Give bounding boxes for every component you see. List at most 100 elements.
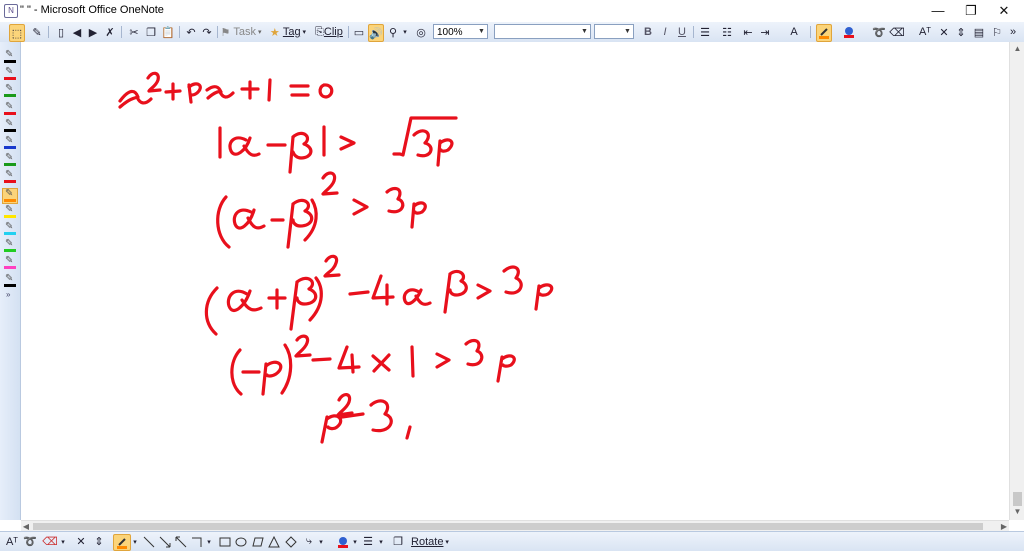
restore-button[interactable]: ❐: [955, 0, 987, 22]
italic-button[interactable]: I: [658, 24, 672, 40]
arrange-icon[interactable]: ❐: [391, 534, 405, 549]
task-button[interactable]: ⚑ Task ▾: [220, 24, 261, 40]
full-page-view-icon[interactable]: ▭: [352, 24, 366, 40]
line-tool-icon[interactable]: [142, 534, 156, 549]
new-page-icon[interactable]: ▯: [54, 24, 68, 40]
scroll-down-icon[interactable]: ▼: [1012, 507, 1023, 518]
vertical-scroll-thumb[interactable]: [1013, 492, 1022, 506]
pen-swatch-1[interactable]: ✎: [3, 50, 17, 64]
chevron-down-icon[interactable]: ▾: [401, 24, 409, 40]
forward-icon[interactable]: ▶: [86, 24, 100, 40]
triangle-tool-icon[interactable]: [267, 534, 281, 549]
help-icon[interactable]: ◎: [414, 24, 428, 40]
numbering-icon[interactable]: ☷: [720, 24, 734, 40]
bold-button[interactable]: B: [641, 24, 655, 40]
eraser-icon[interactable]: ⌫: [42, 534, 58, 549]
delete-ink-icon[interactable]: ✕: [74, 534, 88, 549]
parallelogram-tool-icon[interactable]: [251, 534, 265, 549]
audio-recording-icon[interactable]: 🔊: [368, 24, 384, 42]
highlighter-pen-icon[interactable]: [113, 534, 131, 551]
chevron-down-icon[interactable]: ▾: [205, 534, 213, 549]
clip-button[interactable]: ⎘ Clip: [312, 24, 346, 40]
ink-color-icon[interactable]: [336, 534, 350, 549]
chevron-down-icon[interactable]: ▾: [59, 534, 67, 549]
lasso-select-icon[interactable]: ➰: [872, 24, 886, 40]
double-arrow-tool-icon[interactable]: [174, 534, 188, 549]
note-canvas[interactable]: [21, 42, 1009, 520]
pen-swatch-8[interactable]: ✎: [3, 170, 17, 184]
chevron-down-icon[interactable]: ▾: [131, 534, 139, 549]
research-icon[interactable]: ⚲: [386, 24, 400, 40]
toolbar-options-icon[interactable]: »: [1006, 24, 1020, 40]
underline-button[interactable]: U: [675, 24, 689, 40]
rectangle-tool-icon[interactable]: [218, 534, 232, 549]
pen-swatch-13[interactable]: ✎: [3, 256, 17, 270]
pen-tool-icon[interactable]: ✎: [30, 24, 44, 40]
delete-ink-icon[interactable]: ✕: [937, 24, 951, 40]
pen-icon: ✎: [5, 238, 14, 250]
pen-icon: ✎: [5, 272, 14, 284]
highlighter-icon[interactable]: [816, 24, 832, 42]
cut-icon[interactable]: ✂: [127, 24, 141, 40]
pen-swatch-4[interactable]: ✎: [3, 101, 17, 116]
minimize-button[interactable]: —: [922, 0, 954, 22]
pen-swatch-5[interactable]: ✎: [3, 118, 17, 133]
pen-swatch-14[interactable]: ✎: [3, 272, 17, 288]
select-tool-icon[interactable]: ⬚: [9, 24, 25, 42]
copy-icon[interactable]: ❐: [144, 24, 158, 40]
vertical-scrollbar[interactable]: ▲ ▼: [1009, 42, 1024, 520]
bullets-icon[interactable]: ☰: [698, 24, 712, 40]
font-size-select[interactable]: ▼: [594, 24, 634, 39]
insert-space-icon[interactable]: ⇕: [954, 24, 968, 40]
connector-tool-icon[interactable]: ⤷: [302, 534, 316, 549]
pen-swatch-9[interactable]: ✎: [2, 187, 18, 204]
diamond-tool-icon[interactable]: [284, 534, 298, 549]
note-flags-icon[interactable]: ⚐: [990, 24, 1004, 40]
pen-color-bar: [4, 198, 16, 202]
increase-indent-icon[interactable]: ⇥: [758, 24, 772, 40]
ink-line-result: [320, 393, 412, 444]
redo-icon[interactable]: ↷: [200, 24, 214, 40]
arrow-tool-icon[interactable]: [158, 534, 172, 549]
rotate-button[interactable]: Rotate ▾: [410, 534, 450, 549]
ellipse-tool-icon[interactable]: [234, 534, 248, 549]
pen-swatch-11[interactable]: ✎: [3, 222, 17, 236]
pen-color-bar: [4, 283, 16, 287]
pen-color-bar: [4, 232, 16, 235]
pen-icon: ✎: [5, 221, 14, 232]
tag-button[interactable]: ★ Tag ▾: [268, 24, 308, 40]
scroll-up-icon[interactable]: ▲: [1012, 44, 1023, 55]
pen-icon: ✎: [5, 203, 14, 215]
page-view-icon[interactable]: ▤: [972, 24, 986, 40]
axis-tool-icon[interactable]: [190, 534, 204, 549]
chevron-down-icon[interactable]: ▾: [351, 534, 359, 549]
decrease-indent-icon[interactable]: ⇤: [741, 24, 755, 40]
delete-icon[interactable]: ✗: [103, 24, 117, 40]
ink-to-text-icon[interactable]: Aᵀ: [4, 534, 20, 549]
pen-swatch-12[interactable]: ✎: [3, 239, 17, 253]
line-weight-icon[interactable]: ☰: [361, 534, 375, 549]
more-pens-icon[interactable]: »: [6, 290, 10, 299]
pen-swatch-6[interactable]: ✎: [3, 136, 17, 150]
ink-color-icon[interactable]: [842, 24, 856, 40]
font-color-icon[interactable]: A: [787, 24, 801, 40]
back-icon[interactable]: ◀: [70, 24, 84, 40]
pen-swatch-10[interactable]: ✎: [3, 203, 17, 219]
close-button[interactable]: ✕: [988, 0, 1020, 22]
insert-space-icon[interactable]: ⇕: [92, 534, 106, 549]
undo-icon[interactable]: ↶: [184, 24, 198, 40]
pen-swatch-2[interactable]: ✎: [3, 67, 17, 81]
pen-swatch-7[interactable]: ✎: [3, 153, 17, 167]
ink-to-text-icon[interactable]: Aᵀ: [918, 24, 932, 40]
chevron-down-icon[interactable]: ▾: [377, 534, 385, 549]
font-select[interactable]: ▼: [494, 24, 591, 39]
onenote-app-icon[interactable]: N: [4, 4, 18, 18]
paste-icon[interactable]: 📋: [161, 24, 175, 40]
lasso-select-icon[interactable]: ➰: [22, 534, 38, 549]
pen-color-bar: [4, 214, 16, 218]
eraser-icon[interactable]: ⌫: [889, 24, 905, 40]
pen-swatch-3[interactable]: ✎: [3, 84, 17, 98]
horizontal-scroll-thumb[interactable]: [33, 523, 983, 530]
zoom-select[interactable]: 100% ▼: [433, 24, 488, 39]
chevron-down-icon[interactable]: ▾: [317, 534, 325, 549]
